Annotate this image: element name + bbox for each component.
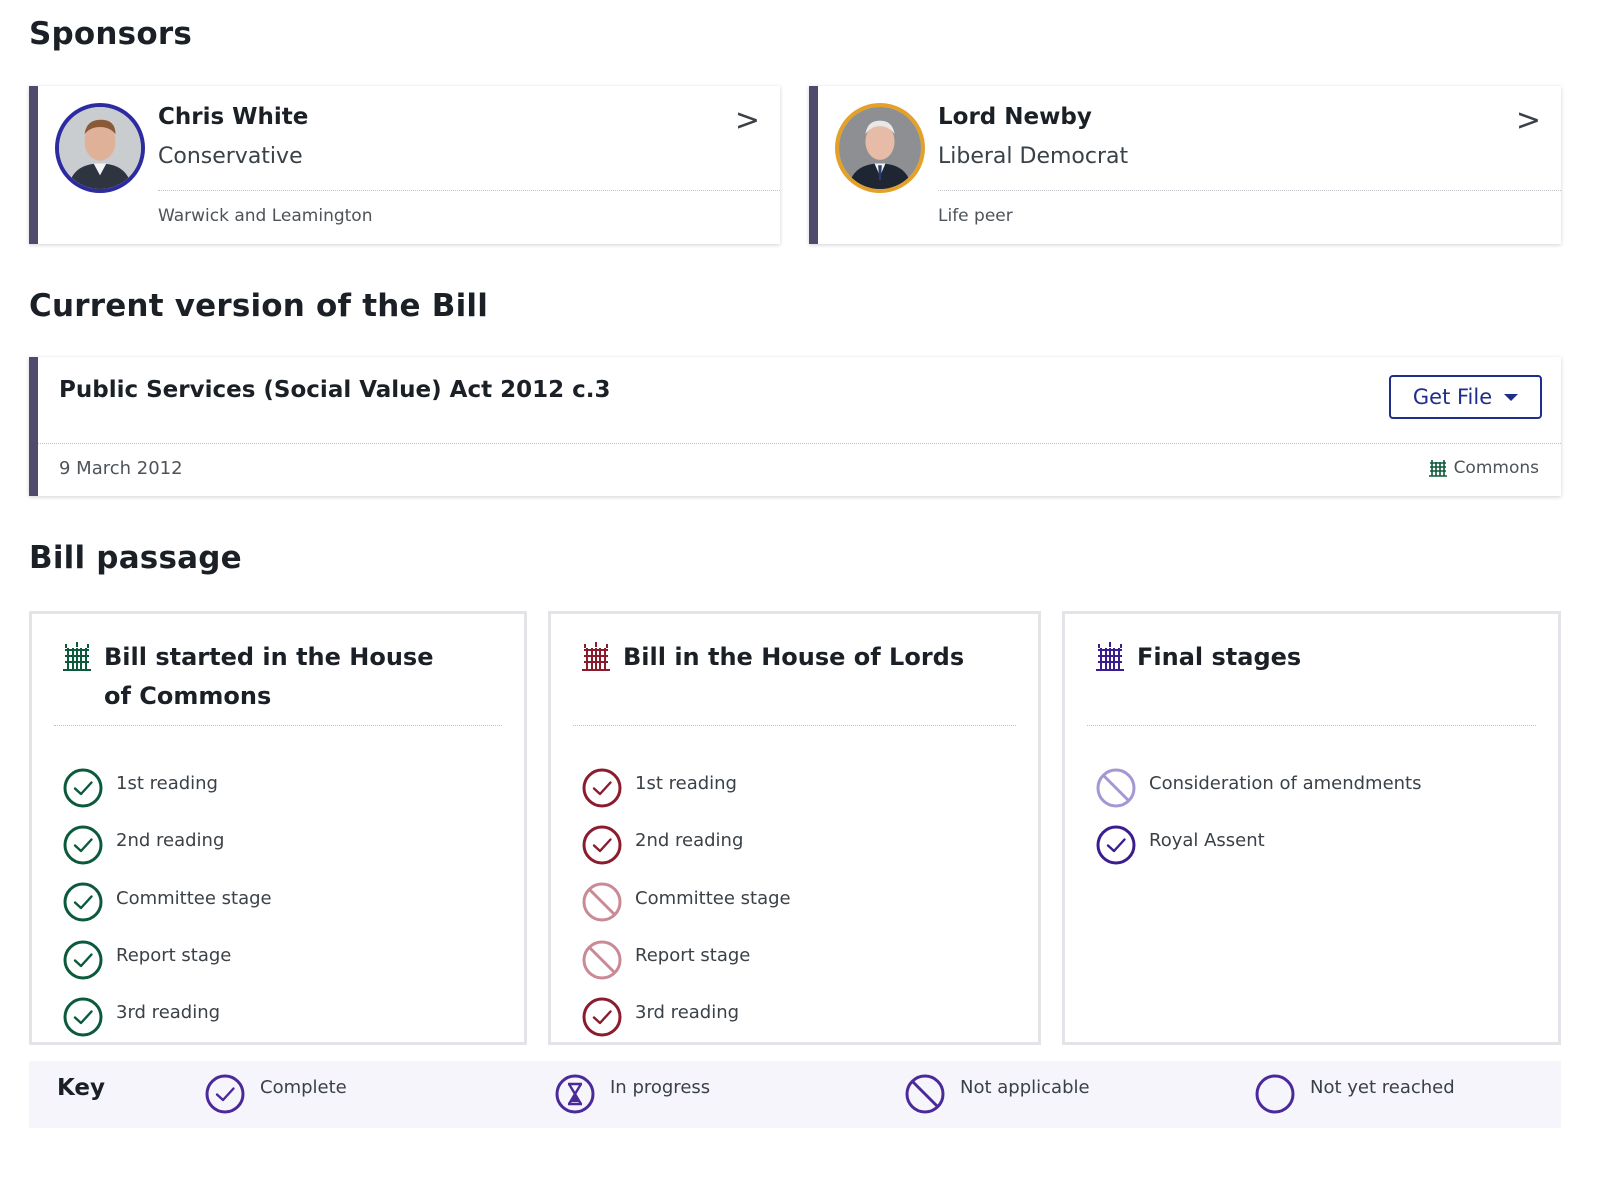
check-circle-icon bbox=[1095, 824, 1137, 866]
sponsor-card-lord-newby[interactable]: Lord Newby Liberal Democrat Life peer > bbox=[809, 86, 1561, 244]
get-file-label: Get File bbox=[1412, 385, 1493, 409]
stage-label: Report stage bbox=[116, 945, 232, 967]
bill-house: Commons bbox=[1428, 458, 1539, 478]
stage-label: Committee stage bbox=[635, 887, 791, 909]
list-item: 3rd reading bbox=[581, 988, 791, 1045]
stage-label: Report stage bbox=[635, 945, 751, 967]
check-circle-icon bbox=[581, 767, 623, 809]
stage-label: 1st reading bbox=[635, 773, 737, 795]
key-label: Not applicable bbox=[960, 1077, 1090, 1098]
avatar-photo bbox=[59, 107, 141, 189]
list-item: Report stage bbox=[581, 931, 791, 988]
sponsor-card-chris-white[interactable]: Chris White Conservative Warwick and Lea… bbox=[29, 86, 780, 244]
list-item: 1st reading bbox=[581, 759, 791, 816]
key-item-not-yet-reached: Not yet reached bbox=[1254, 1073, 1455, 1119]
stage-label: Committee stage bbox=[116, 887, 272, 909]
divider bbox=[38, 443, 1561, 444]
not-applicable-icon bbox=[1095, 767, 1137, 809]
stage-list: 1st reading 2nd reading Committee stage Rep… bbox=[62, 759, 272, 1045]
key-item-in-progress: In progress bbox=[554, 1073, 710, 1119]
check-circle-icon bbox=[62, 824, 104, 866]
sponsors-heading: Sponsors bbox=[29, 16, 192, 52]
check-circle-icon bbox=[62, 767, 104, 809]
hourglass-icon bbox=[554, 1073, 596, 1119]
check-circle-icon bbox=[581, 824, 623, 866]
not-applicable-icon bbox=[581, 939, 623, 981]
avatar bbox=[835, 103, 925, 193]
bill-house-label: Commons bbox=[1453, 458, 1539, 478]
sponsor-name: Lord Newby bbox=[938, 104, 1092, 130]
panel-title: Bill in the House of Lords bbox=[623, 643, 965, 671]
stage-label: 2nd reading bbox=[116, 830, 225, 852]
key-label: Not yet reached bbox=[1310, 1077, 1455, 1098]
status-key: Key Complete In progress Not applicable … bbox=[29, 1061, 1561, 1128]
stage-label: 1st reading bbox=[116, 773, 218, 795]
list-item: 3rd reading bbox=[62, 988, 272, 1045]
stage-label: Consideration of amendments bbox=[1149, 773, 1422, 795]
sponsor-name: Chris White bbox=[158, 104, 309, 130]
list-item: 2nd reading bbox=[62, 816, 272, 873]
final-portcullis-icon bbox=[1095, 638, 1125, 677]
list-item: Committee stage bbox=[62, 874, 272, 931]
chevron-right-icon[interactable]: > bbox=[735, 106, 760, 136]
stage-list: 1st reading 2nd reading Committee stage Rep… bbox=[581, 759, 791, 1045]
divider bbox=[54, 725, 502, 726]
check-circle-icon bbox=[581, 996, 623, 1038]
stage-label: 3rd reading bbox=[635, 1002, 740, 1024]
current-version-heading: Current version of the Bill bbox=[29, 288, 489, 324]
bill-version-card: Public Services (Social Value) Act 2012 … bbox=[29, 357, 1561, 496]
divider bbox=[573, 725, 1016, 726]
avatar-photo bbox=[839, 107, 921, 189]
key-item-not-applicable: Not applicable bbox=[904, 1073, 1090, 1119]
sponsor-constituency: Life peer bbox=[938, 206, 1013, 226]
commons-portcullis-icon bbox=[1428, 460, 1447, 477]
key-label: In progress bbox=[610, 1077, 711, 1098]
key-item-complete: Complete bbox=[204, 1073, 347, 1119]
sponsor-party: Liberal Democrat bbox=[938, 144, 1129, 169]
not-applicable-icon bbox=[581, 881, 623, 923]
empty-circle-icon bbox=[1254, 1073, 1296, 1119]
bill-date: 9 March 2012 bbox=[59, 458, 183, 479]
key-title: Key bbox=[57, 1075, 106, 1101]
check-circle-icon bbox=[62, 996, 104, 1038]
panel-final-stages: Final stages Consideration of amendments… bbox=[1062, 611, 1561, 1045]
stage-label: Royal Assent bbox=[1149, 830, 1265, 852]
chevron-right-icon[interactable]: > bbox=[1516, 106, 1541, 136]
list-item: 1st reading bbox=[62, 759, 272, 816]
stage-list: Consideration of amendments Royal Assent bbox=[1095, 759, 1422, 874]
divider bbox=[938, 190, 1561, 191]
panel-commons: Bill started in the House of Commons 1st… bbox=[29, 611, 527, 1045]
get-file-button[interactable]: Get File bbox=[1389, 375, 1542, 419]
panel-title: Bill started in the House of Commons bbox=[104, 643, 434, 710]
check-circle-icon bbox=[62, 881, 104, 923]
sponsor-party: Conservative bbox=[158, 144, 303, 169]
panel-lords: Bill in the House of Lords 1st reading 2n… bbox=[548, 611, 1041, 1045]
commons-portcullis-icon bbox=[62, 638, 92, 677]
list-item: Royal Assent bbox=[1095, 816, 1422, 873]
list-item: 2nd reading bbox=[581, 816, 791, 873]
stage-label: 2nd reading bbox=[635, 830, 744, 852]
key-label: Complete bbox=[260, 1077, 347, 1098]
bill-title: Public Services (Social Value) Act 2012 … bbox=[59, 377, 611, 403]
check-circle-icon bbox=[62, 939, 104, 981]
list-item: Committee stage bbox=[581, 874, 791, 931]
list-item: Consideration of amendments bbox=[1095, 759, 1422, 816]
caret-down-icon bbox=[1504, 393, 1519, 401]
list-item: Report stage bbox=[62, 931, 272, 988]
check-circle-icon bbox=[204, 1073, 246, 1119]
bill-passage-heading: Bill passage bbox=[29, 540, 242, 576]
lords-portcullis-icon bbox=[581, 638, 611, 677]
stage-label: 3rd reading bbox=[116, 1002, 221, 1024]
sponsor-constituency: Warwick and Leamington bbox=[158, 206, 373, 226]
avatar bbox=[55, 103, 145, 193]
not-applicable-icon bbox=[904, 1073, 946, 1119]
divider bbox=[1087, 725, 1536, 726]
panel-title: Final stages bbox=[1137, 643, 1302, 671]
divider bbox=[158, 190, 780, 191]
